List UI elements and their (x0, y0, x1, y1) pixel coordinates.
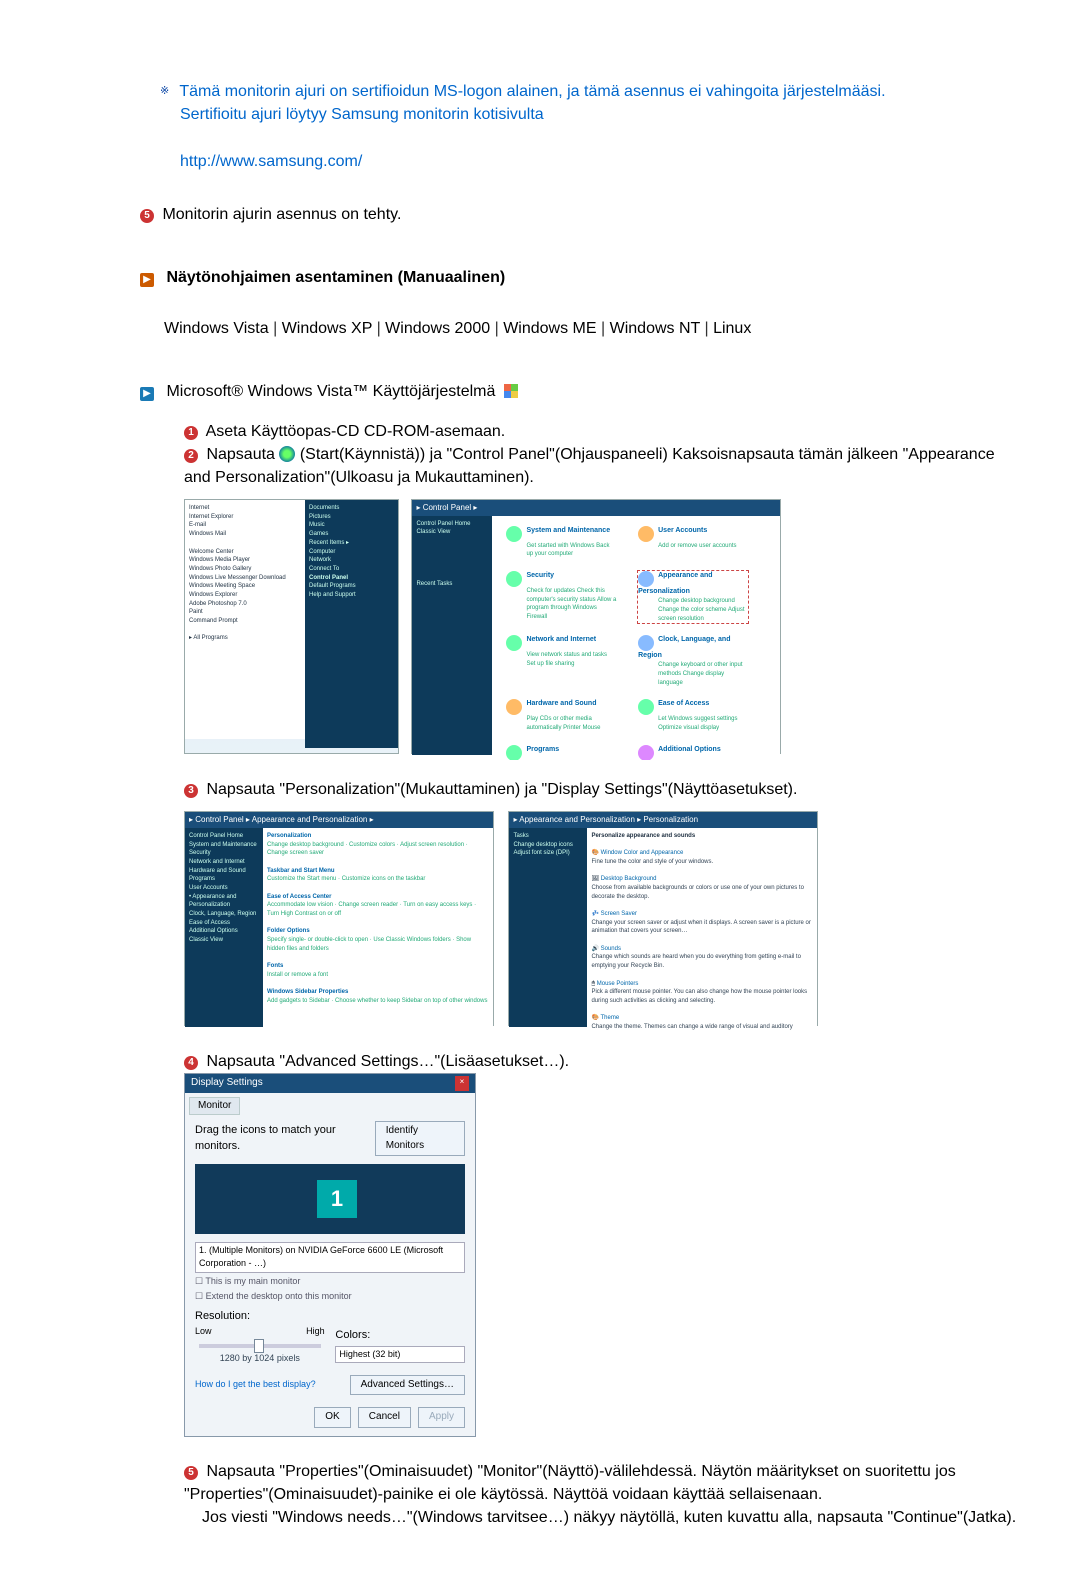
display-settings-dialog: Display Settings × Monitor Drag the icon… (184, 1073, 476, 1436)
step5-text-extra: Jos viesti "Windows needs…"(Windows tarv… (202, 1506, 1016, 1529)
cancel-button[interactable]: Cancel (358, 1407, 411, 1428)
identify-monitors-button[interactable]: Identify Monitors (375, 1121, 465, 1156)
step1-text: Aseta Käyttöopas-CD CD-ROM-asemaan. (206, 423, 506, 440)
bullet-2-icon: 2 (184, 449, 198, 463)
step5: 5 Napsauta "Properties"(Ominaisuudet) "M… (184, 1460, 1020, 1530)
close-icon[interactable]: × (455, 1076, 469, 1091)
screenshot-row-personalization: ▸ Control Panel ▸ Appearance and Persona… (184, 811, 1020, 1026)
sep: | (495, 320, 504, 337)
section-manual-install: ▶ Näytönohjaimen asentaminen (Manuaaline… (140, 266, 1020, 289)
advanced-settings-button[interactable]: Advanced Settings… (350, 1375, 465, 1396)
bullet-1-icon: 1 (184, 426, 198, 440)
ok-button[interactable]: OK (314, 1407, 350, 1428)
apply-button[interactable]: Apply (418, 1407, 465, 1428)
link-windows-nt[interactable]: Windows NT (610, 320, 700, 337)
note-line1: Tämä monitorin ajuri on sertifioidun MS-… (179, 83, 885, 100)
screenshot-row-start-and-controlpanel: InternetInternet ExplorerE-mailWindows M… (184, 499, 1020, 754)
best-display-help-link[interactable]: How do I get the best display? (195, 1378, 316, 1391)
certified-driver-note: ※ Tämä monitorin ajuri on sertifioidun M… (160, 80, 1020, 173)
screenshot-appearance-personalization: ▸ Control Panel ▸ Appearance and Persona… (184, 811, 494, 1026)
vista-os-heading-row: ▶ Microsoft® Windows Vista™ Käyttöjärjes… (140, 380, 1020, 403)
sep: | (273, 320, 282, 337)
sep: | (377, 320, 386, 337)
play-icon: ▶ (140, 387, 154, 401)
step5-done: 5 Monitorin ajurin asennus on tehty. (140, 203, 1020, 226)
samsung-url-link[interactable]: http://www.samsung.com/ (180, 153, 362, 170)
step3-text: Napsauta "Personalization"(Mukauttaminen… (206, 781, 797, 798)
start-orb-icon (279, 446, 295, 462)
res-high: High (306, 1325, 325, 1338)
monitor-preview: 1 (195, 1164, 465, 1234)
windows-flag-icon (504, 384, 518, 398)
step1: 1 Aseta Käyttöopas-CD CD-ROM-asemaan. (184, 420, 1020, 443)
section-arrow-icon: ▶ (140, 273, 154, 287)
step2-text-b: (Start(Käynnistä)) ja "Control Panel"(Oh… (184, 446, 995, 486)
sep: | (704, 320, 713, 337)
screenshot-personalization-window: ▸ Appearance and Personalization ▸ Perso… (508, 811, 818, 1026)
resolution-value: 1280 by 1024 pixels (195, 1352, 325, 1365)
step5-text: Monitorin ajurin asennus on tehty. (162, 206, 401, 223)
note-line2: Sertifioitu ajuri löytyy Samsung monitor… (180, 106, 544, 123)
os-links-row: Windows Vista | Windows XP | Windows 200… (164, 317, 1020, 340)
step3: 3 Napsauta "Personalization"(Mukauttamin… (184, 778, 1020, 801)
link-windows-2000[interactable]: Windows 2000 (385, 320, 490, 337)
bullet-5b-icon: 5 (184, 1466, 198, 1480)
resolution-slider[interactable] (199, 1344, 321, 1348)
step2: 2 Napsauta (Start(Käynnistä)) ja "Contro… (184, 443, 1020, 489)
vista-heading: Microsoft® Windows Vista™ Käyttöjärjeste… (166, 383, 495, 400)
step5-text-main: Napsauta "Properties"(Ominaisuudet) "Mon… (184, 1463, 956, 1503)
link-windows-me[interactable]: Windows ME (503, 320, 596, 337)
link-windows-vista[interactable]: Windows Vista (164, 320, 269, 337)
monitor-tab[interactable]: Monitor (189, 1097, 240, 1116)
note-bullet-icon: ※ (160, 85, 169, 97)
drag-hint: Drag the icons to match your monitors. (195, 1123, 371, 1155)
monitor-select-combo[interactable]: 1. (Multiple Monitors) on NVIDIA GeForce… (195, 1242, 465, 1272)
bullet-5-icon: 5 (140, 209, 154, 223)
screenshot-control-panel: ▸ Control Panel ▸ Control Panel HomeClas… (411, 499, 781, 754)
bullet-4-icon: 4 (184, 1056, 198, 1070)
resolution-label: Resolution: (195, 1309, 325, 1325)
link-linux[interactable]: Linux (713, 320, 751, 337)
colors-combo[interactable]: Highest (32 bit) (335, 1346, 465, 1363)
section-title: Näytönohjaimen asentaminen (Manuaalinen) (166, 269, 505, 286)
main-monitor-checkbox[interactable]: ☐ This is my main monitor (195, 1275, 465, 1288)
colors-label: Colors: (335, 1328, 465, 1344)
extend-desktop-checkbox[interactable]: ☐ Extend the desktop onto this monitor (195, 1290, 465, 1303)
link-windows-xp[interactable]: Windows XP (282, 320, 372, 337)
step4-text: Napsauta "Advanced Settings…"(Lisäasetuk… (206, 1053, 569, 1070)
step4: 4 Napsauta "Advanced Settings…"(Lisäaset… (184, 1050, 1020, 1073)
monitor-1-icon[interactable]: 1 (317, 1180, 357, 1218)
res-low: Low (195, 1325, 212, 1338)
dialog-title: Display Settings (191, 1076, 263, 1091)
sep: | (601, 320, 610, 337)
screenshot-start-menu: InternetInternet ExplorerE-mailWindows M… (184, 499, 399, 754)
step2-text-a: Napsauta (206, 446, 279, 463)
bullet-3-icon: 3 (184, 784, 198, 798)
